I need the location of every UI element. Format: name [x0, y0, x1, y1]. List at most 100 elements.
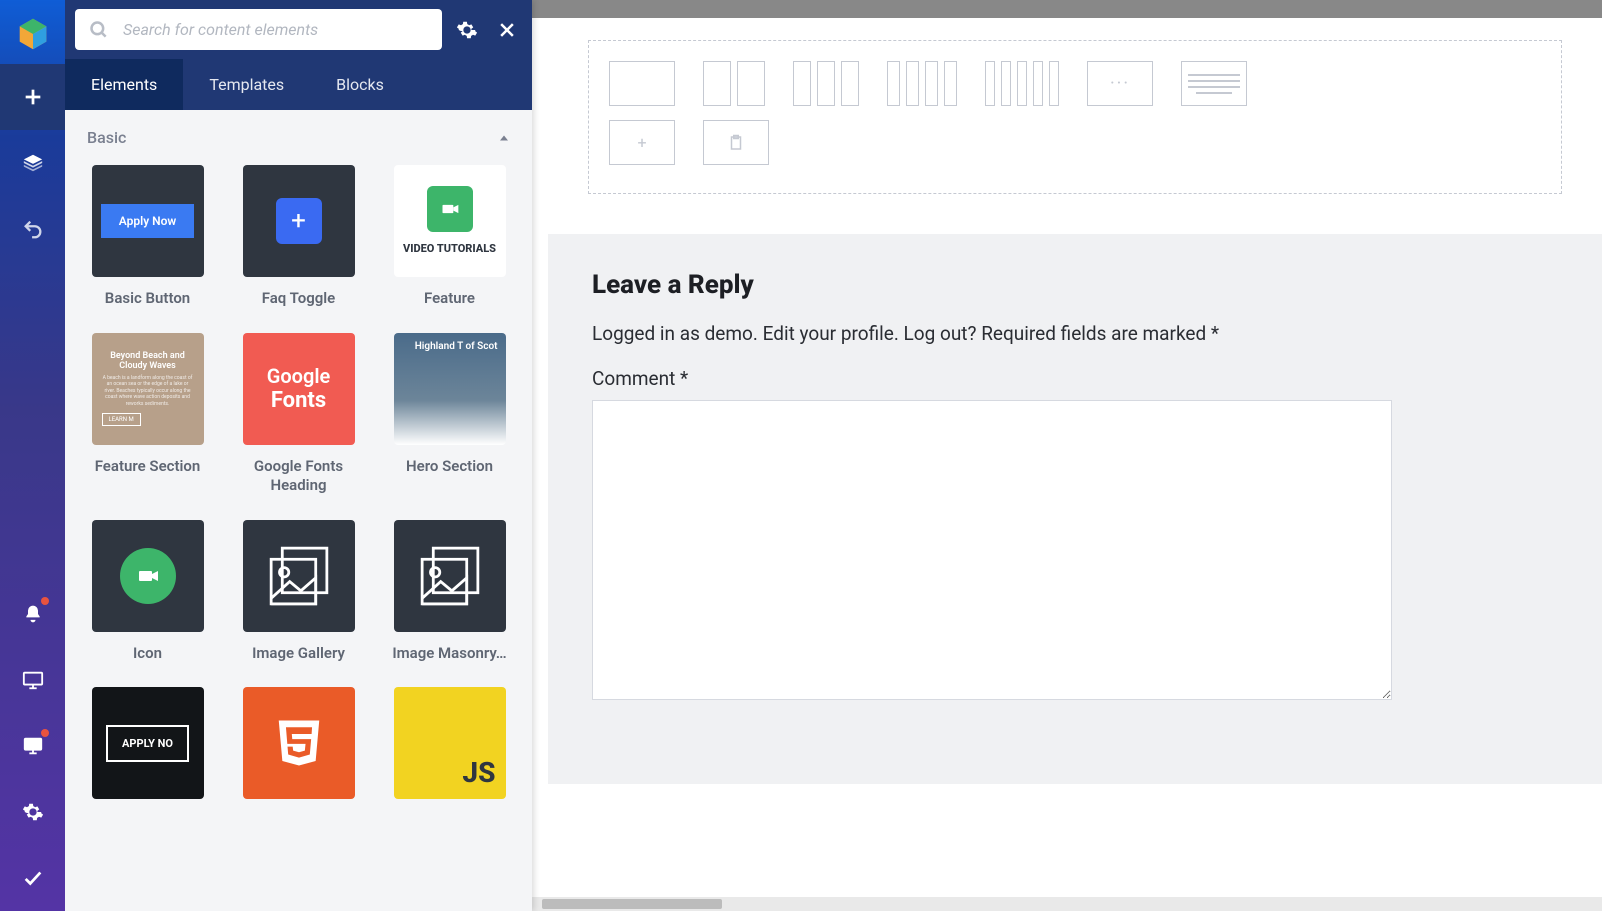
comment-label: Comment * — [592, 367, 1558, 390]
layout-3col[interactable] — [793, 61, 859, 106]
element-label: Hero Section — [406, 457, 493, 477]
layers-button[interactable] — [0, 130, 65, 196]
editor-canvas: ··· + Leave a Reply Logged in as demo. E… — [532, 0, 1602, 911]
icon-circle — [120, 548, 176, 604]
reply-status: Logged in as demo. Edit your profile. Lo… — [592, 322, 1558, 345]
layout-add[interactable]: + — [609, 120, 675, 165]
element-image-gallery[interactable]: Image Gallery — [238, 520, 359, 664]
element-thumb: APPLY NO — [92, 687, 204, 799]
panel-body: Basic Apply Now Basic Button + Faq Toggl… — [65, 110, 532, 911]
add-element-button[interactable] — [0, 64, 65, 130]
element-image-masonry[interactable]: Image Masonry… — [389, 520, 510, 664]
element-label: Icon — [133, 644, 162, 664]
element-label: Faq Toggle — [262, 289, 336, 309]
plus-icon: + — [276, 198, 322, 244]
element-thumb: Google Fonts — [243, 333, 355, 445]
reply-heading: Leave a Reply — [592, 270, 1558, 300]
reply-section: Leave a Reply Logged in as demo. Edit yo… — [548, 234, 1602, 784]
element-label: Google Fonts Heading — [238, 457, 359, 496]
left-rail — [0, 0, 65, 911]
settings-button[interactable] — [0, 779, 65, 845]
layout-5col[interactable] — [985, 61, 1059, 106]
notifications-button[interactable] — [0, 581, 65, 647]
panel-settings-button[interactable] — [452, 15, 482, 45]
element-thumb: Highland T of Scot — [394, 333, 506, 445]
element-feature[interactable]: VIDEO TUTORIALS Feature — [389, 165, 510, 309]
close-panel-button[interactable] — [492, 15, 522, 45]
tab-templates[interactable]: Templates — [183, 59, 310, 110]
element-thumb: Beyond Beach and Cloudy Waves A beach is… — [92, 333, 204, 445]
thumb-apply-label: Apply Now — [101, 204, 195, 238]
element-html5[interactable] — [238, 687, 359, 799]
thumb-text: VIDEO TUTORIALS — [403, 242, 496, 255]
elements-grid: Apply Now Basic Button + Faq Toggle VIDE… — [87, 165, 510, 799]
element-faq-toggle[interactable]: + Faq Toggle — [238, 165, 359, 309]
elements-panel: Elements Templates Blocks Basic Apply No… — [65, 0, 532, 911]
gallery-icon — [260, 537, 338, 615]
search-icon — [89, 20, 109, 40]
save-button[interactable] — [0, 845, 65, 911]
thumb-text: Fonts — [271, 388, 326, 413]
element-label: Feature — [424, 289, 475, 309]
thumb-text: Highland T of Scot — [415, 341, 498, 352]
undo-button[interactable] — [0, 196, 65, 262]
element-thumb: + — [243, 165, 355, 277]
thumb-text: APPLY NO — [106, 725, 189, 762]
element-js[interactable]: JS — [389, 687, 510, 799]
thumb-button: LEARN M — [102, 413, 141, 426]
tab-elements[interactable]: Elements — [65, 59, 183, 110]
element-thumb: VIDEO TUTORIALS — [394, 165, 506, 277]
masonry-icon — [411, 537, 489, 615]
element-icon[interactable]: Icon — [87, 520, 208, 664]
element-label: Basic Button — [105, 289, 190, 309]
element-thumb — [243, 520, 355, 632]
thumb-text: Google — [267, 364, 331, 388]
close-icon — [497, 20, 517, 40]
logout-link[interactable]: Log out? — [904, 322, 977, 345]
element-google-fonts[interactable]: Google Fonts Google Fonts Heading — [238, 333, 359, 496]
thumb-lorem: A beach is a landform along the coast of… — [102, 375, 194, 408]
app-logo — [13, 14, 53, 54]
element-thumb — [243, 687, 355, 799]
edit-profile-link[interactable]: Edit your profile — [763, 322, 894, 345]
horizontal-scrollbar[interactable] — [532, 897, 1602, 911]
element-feature-section[interactable]: Beyond Beach and Cloudy Waves A beach is… — [87, 333, 208, 496]
element-outline-button[interactable]: APPLY NO — [87, 687, 208, 799]
tab-blocks[interactable]: Blocks — [310, 59, 410, 110]
layout-paste[interactable] — [703, 120, 769, 165]
search-input[interactable] — [109, 20, 428, 39]
layout-1col[interactable] — [609, 61, 675, 106]
layout-custom[interactable]: ··· — [1087, 61, 1153, 106]
element-thumb — [394, 520, 506, 632]
presentation-button[interactable] — [0, 713, 65, 779]
panel-tabs: Elements Templates Blocks — [65, 59, 532, 110]
element-thumb — [92, 520, 204, 632]
notification-dot — [41, 597, 49, 605]
row-layout-picker: ··· + — [588, 40, 1562, 194]
presentation-dot — [41, 729, 49, 737]
user-link[interactable]: demo — [705, 322, 753, 345]
panel-header — [65, 0, 532, 59]
layout-text[interactable] — [1181, 61, 1247, 106]
thumb-text: Beyond Beach and Cloudy Waves — [102, 351, 194, 371]
search-wrap — [75, 9, 442, 50]
html5-icon — [272, 716, 326, 770]
element-label: Image Masonry… — [392, 644, 506, 664]
canvas-scroll[interactable]: ··· + Leave a Reply Logged in as demo. E… — [532, 18, 1602, 897]
section-header[interactable]: Basic — [87, 128, 510, 147]
section-title: Basic — [87, 128, 126, 147]
comment-textarea[interactable] — [592, 400, 1392, 700]
element-thumb: Apply Now — [92, 165, 204, 277]
layout-4col[interactable] — [887, 61, 957, 106]
layout-2col[interactable] — [703, 61, 765, 106]
element-thumb: JS — [394, 687, 506, 799]
video-icon — [427, 186, 473, 232]
chevron-up-icon — [498, 132, 510, 144]
desktop-preview-button[interactable] — [0, 647, 65, 713]
gear-icon — [456, 19, 478, 41]
element-hero-section[interactable]: Highland T of Scot Hero Section — [389, 333, 510, 496]
element-label: Feature Section — [95, 457, 201, 477]
thumb-text: JS — [462, 756, 495, 789]
element-basic-button[interactable]: Apply Now Basic Button — [87, 165, 208, 309]
element-label: Image Gallery — [252, 644, 345, 664]
